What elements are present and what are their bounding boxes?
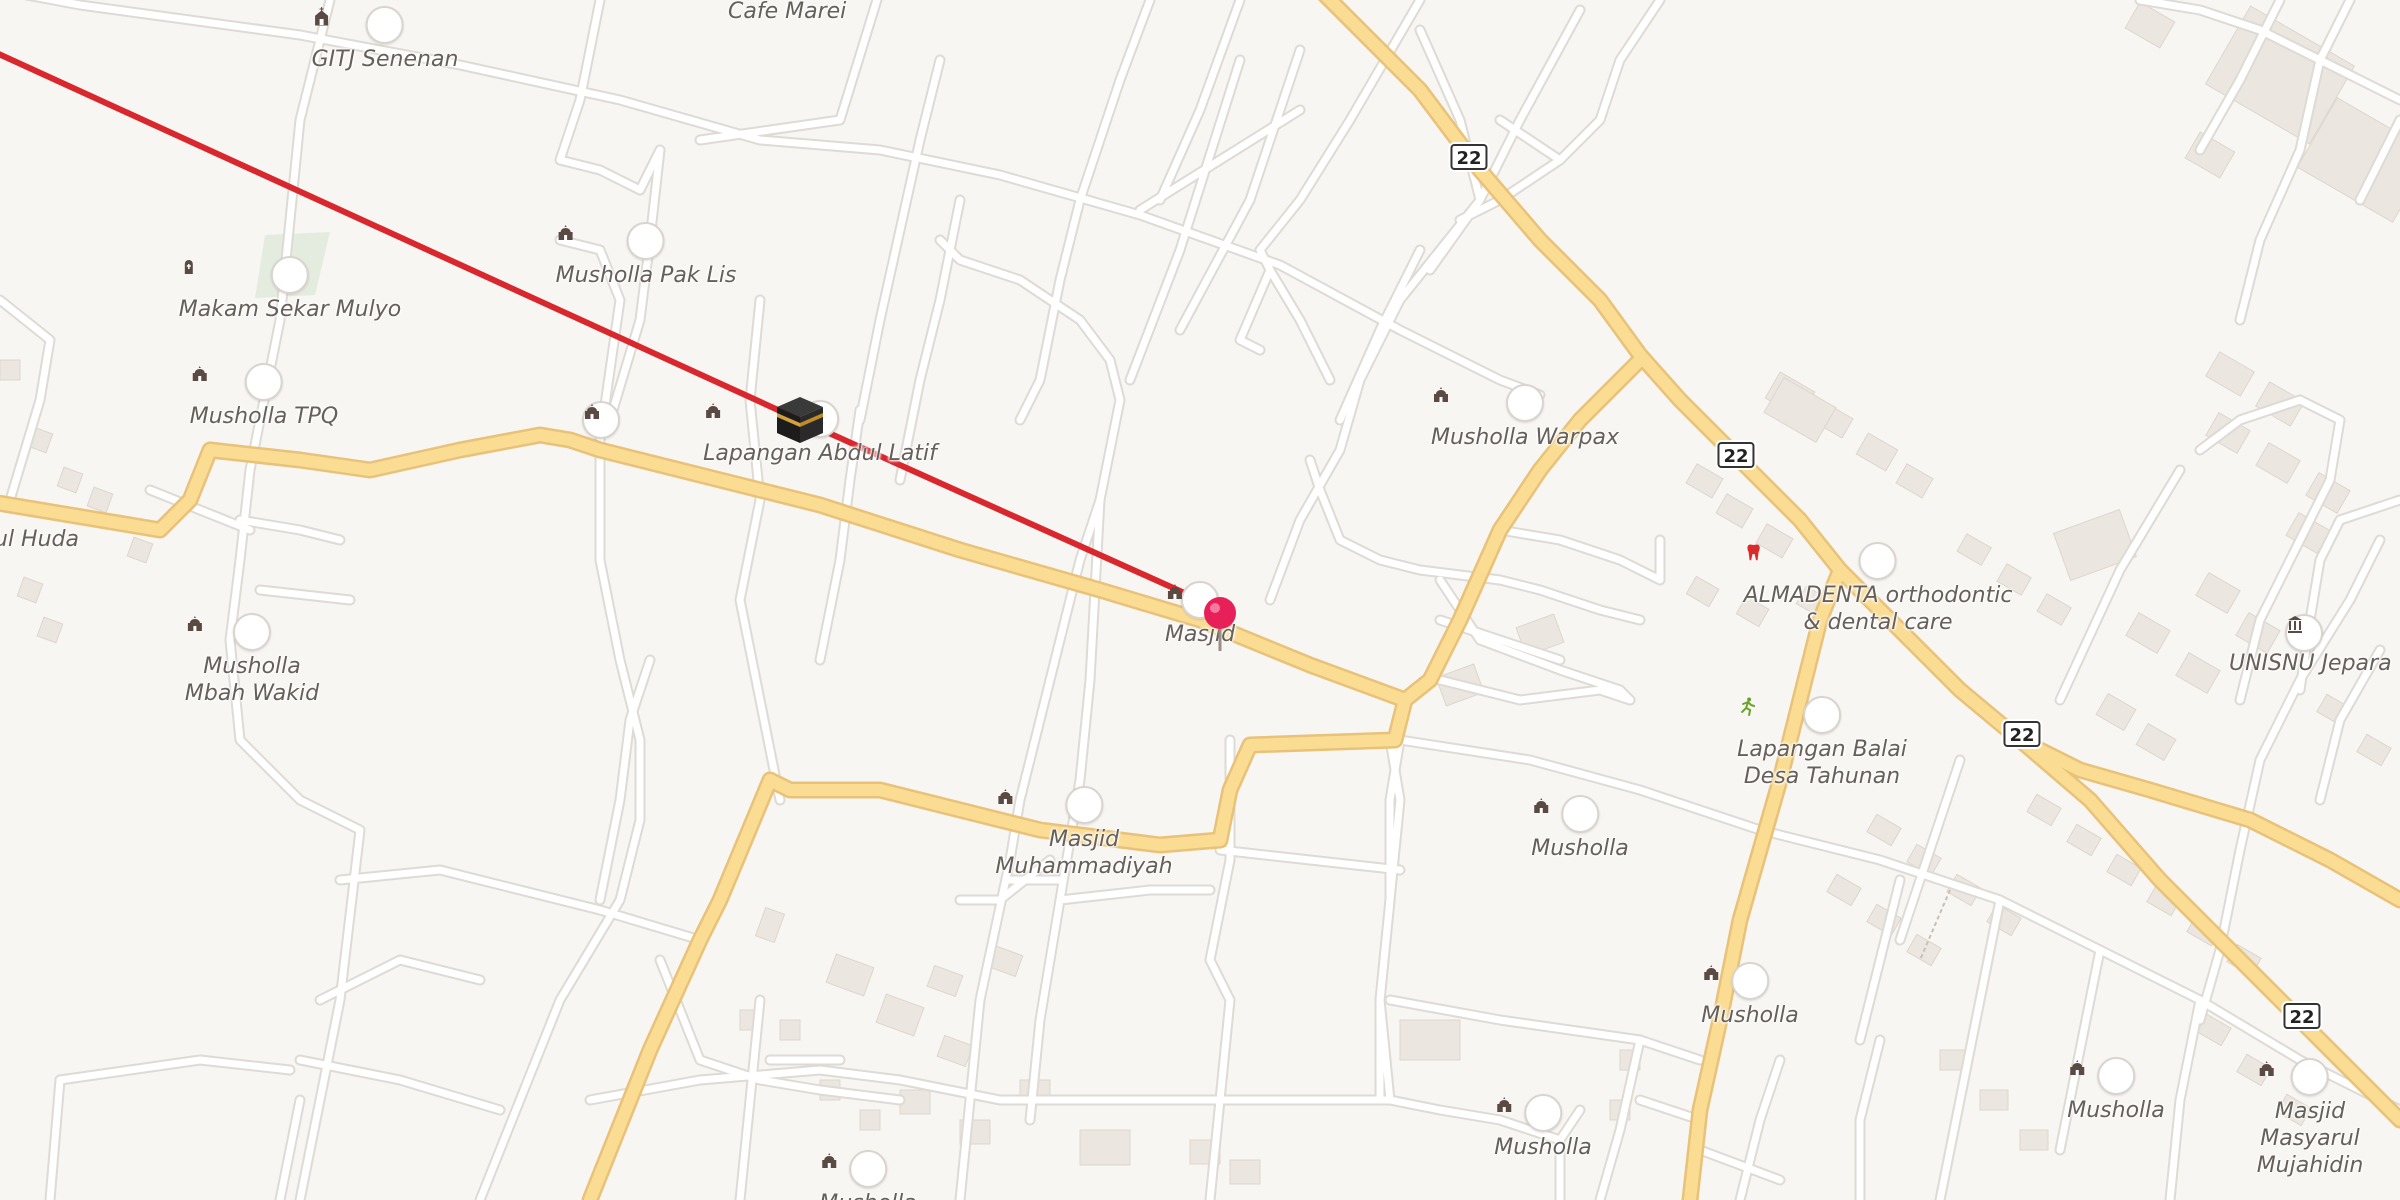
poi-label: Masjid Masyarul Mujahidin	[2256, 1099, 2364, 1178]
mosque-icon	[1534, 795, 1599, 833]
poi-label: Musholla Mbah Wakid	[184, 654, 320, 706]
poi-label: ALMADENTA orthodontic & dental care	[1743, 583, 2013, 635]
mosque-icon	[822, 1150, 887, 1188]
mosque-icon	[2070, 1057, 2135, 1095]
poi-label: Makam Sekar Mulyo	[178, 297, 402, 322]
mosque-icon	[998, 786, 1103, 824]
poi-lapangan-balai[interactable]: Lapangan Balai Desa Tahunan	[1737, 696, 1907, 790]
poi-label: GITJ Senenan	[311, 47, 459, 72]
poi-musholla[interactable]: Musholla	[819, 1150, 917, 1200]
highway-shield: 22	[1717, 442, 1755, 468]
poi-musholla-tpq[interactable]: Musholla TPQ	[189, 363, 339, 430]
poi-masjid-muhammadiyah[interactable]: Masjid Muhammadiyah	[995, 786, 1173, 880]
highway-shield: 22	[2283, 1003, 2321, 1029]
tooth-icon	[1747, 542, 1897, 580]
poi-label: Musholla Pak Lis	[555, 263, 737, 288]
poi-label: Lapangan Balai Desa Tahunan	[1737, 737, 1907, 789]
poi-musholla[interactable]: Musholla	[2067, 1057, 2165, 1124]
cemetery-icon	[184, 256, 309, 294]
poi-gitj-senenan[interactable]: GITJ Senenan	[311, 6, 459, 73]
poi-musholla[interactable]: Musholla	[1531, 795, 1629, 862]
mosque-icon	[1704, 962, 1769, 1000]
poi-mosque-unnamed[interactable]	[582, 401, 620, 439]
poi-ul-huda[interactable]: ul Huda	[0, 526, 79, 553]
mosque-icon	[558, 222, 665, 260]
poi-unisnu-label: UNISNU Jepara	[2229, 651, 2392, 676]
kaaba-icon[interactable]	[773, 393, 827, 447]
poi-makam-sekar-mulyo[interactable]: Makam Sekar Mulyo	[179, 256, 401, 323]
mosque-icon	[1433, 384, 1544, 422]
poi-musholla[interactable]: Musholla	[1701, 962, 1799, 1029]
church-icon	[315, 6, 404, 44]
poi-almadenta[interactable]: ALMADENTA orthodontic & dental care	[1743, 542, 2013, 636]
map-canvas[interactable]: 22 22 22 22 GITJ Senenan Cafe Marei Mush…	[0, 0, 2400, 1200]
poi-musholla[interactable]: Musholla	[1494, 1094, 1592, 1161]
highway-shield: 22	[2003, 721, 2041, 747]
poi-musholla-warpax[interactable]: Musholla Warpax	[1431, 384, 1619, 451]
mosque-icon	[1497, 1094, 1562, 1132]
poi-masjid-masyarul[interactable]: Masjid Masyarul Mujahidin	[2256, 1058, 2364, 1179]
highway-shield: 22	[1450, 144, 1488, 170]
sports-icon	[1741, 696, 1841, 734]
poi-label: Masjid Muhammadiyah	[995, 827, 1173, 879]
poi-cafe-marei[interactable]: Cafe Marei	[728, 0, 846, 25]
poi-musholla-mbah-wakid[interactable]: Musholla Mbah Wakid	[185, 613, 319, 707]
mosque-icon	[582, 401, 620, 439]
mosque-icon	[192, 363, 283, 401]
poi-label: Musholla Warpax	[1430, 425, 1620, 450]
mosque-icon	[2259, 1058, 2329, 1096]
poi-musholla-pak-lis[interactable]: Musholla Pak Lis	[555, 222, 737, 289]
poi-label: Musholla TPQ	[189, 404, 339, 429]
poi-unisnu[interactable]	[2285, 614, 2323, 652]
poi-label: Musholla	[1701, 1003, 1799, 1028]
mosque-icon	[187, 613, 271, 651]
poi-label: Musholla	[2067, 1098, 2165, 1123]
poi-label: Musholla	[1531, 836, 1629, 861]
poi-label: Musholla	[1494, 1135, 1592, 1160]
university-icon	[2285, 614, 2323, 652]
poi-label: Musholla	[819, 1190, 917, 1200]
